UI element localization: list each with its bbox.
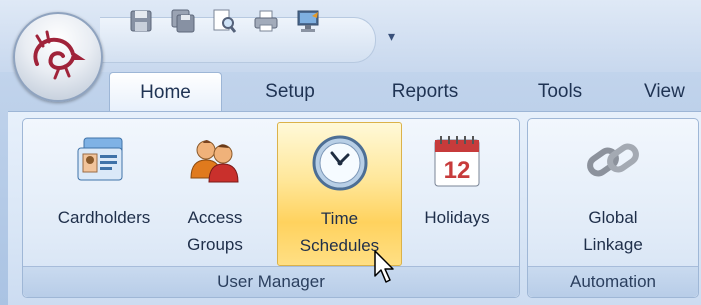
holidays-label-line1: Holidays — [424, 208, 490, 227]
access-groups-label-line1: Access — [187, 208, 243, 227]
chain-link-icon — [583, 132, 643, 200]
tab-home[interactable]: Home — [109, 72, 222, 113]
access-groups-icon — [185, 132, 245, 200]
tab-tools[interactable]: Tools — [515, 72, 605, 112]
group-label-automation: Automation — [528, 266, 698, 297]
time-schedules-label-line1: Time — [320, 209, 359, 228]
time-schedules-button[interactable]: Time Schedules — [277, 122, 402, 266]
save-all-icon — [171, 9, 195, 33]
global-linkage-label-line2: Linkage — [583, 235, 643, 254]
tab-view[interactable]: View — [640, 72, 701, 112]
kangaroo-logo-icon — [33, 30, 86, 80]
group-label-user-manager: User Manager — [23, 266, 519, 297]
computer-icon — [297, 10, 319, 32]
cardholders-icon — [74, 132, 134, 200]
calendar-icon: 12 — [427, 132, 487, 200]
save-all-button[interactable] — [170, 8, 196, 34]
mouse-pointer-icon — [374, 250, 398, 289]
global-linkage-button[interactable]: Global Linkage — [553, 122, 673, 264]
print-preview-icon — [213, 9, 237, 33]
clock-icon — [310, 133, 370, 201]
computer-button[interactable] — [295, 8, 321, 34]
print-button[interactable] — [253, 8, 279, 34]
tab-setup[interactable]: Setup — [240, 72, 340, 112]
access-groups-button[interactable]: Access Groups — [175, 122, 255, 264]
print-icon — [254, 10, 278, 32]
global-linkage-label-line1: Global — [588, 208, 638, 227]
cardholders-label-line1: Cardholders — [57, 208, 151, 227]
holidays-button[interactable]: 12 Holidays — [402, 122, 512, 264]
tab-reports[interactable]: Reports — [370, 72, 480, 112]
customize-quick-access-dropdown[interactable]: ▾ — [388, 28, 395, 45]
cardholders-button[interactable]: Cardholders — [34, 122, 174, 264]
application-menu-button[interactable] — [13, 12, 103, 102]
access-groups-label-line2: Groups — [187, 235, 243, 254]
save-button[interactable] — [128, 8, 154, 34]
calendar-day: 12 — [444, 157, 471, 184]
print-preview-button[interactable] — [211, 8, 237, 34]
save-icon — [130, 10, 152, 32]
application-window: ▾ Home Setup Reports Tools View User Man… — [0, 0, 701, 305]
